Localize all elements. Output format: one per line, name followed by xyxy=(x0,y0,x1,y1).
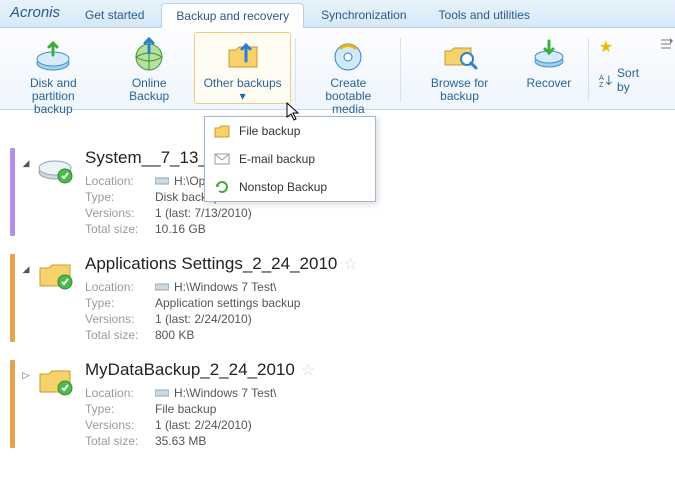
hdd-icon xyxy=(155,282,169,292)
other-backups-label: Other backups ▾ xyxy=(203,77,283,103)
location-key: Location: xyxy=(85,174,155,188)
versions-value: 1 (last: 2/24/2010) xyxy=(155,418,665,432)
tab-backup-recovery[interactable]: Backup and recovery xyxy=(161,3,304,28)
versions-key: Versions: xyxy=(85,418,155,432)
create-bootable-button[interactable]: Create bootable media xyxy=(300,32,396,117)
brand-label: Acronis xyxy=(4,0,70,27)
disk-partition-backup-button[interactable]: Disk and partition backup xyxy=(2,32,105,117)
ribbon-separator xyxy=(400,38,401,102)
backup-title: Applications Settings_2_24_2010 xyxy=(85,254,337,274)
online-backup-label: Online Backup xyxy=(114,77,185,103)
folder-arrow-icon xyxy=(223,35,263,75)
tab-tools[interactable]: Tools and utilities xyxy=(424,2,545,27)
hdd-icon xyxy=(155,388,169,398)
tab-get-started[interactable]: Get started xyxy=(70,2,159,27)
nonstop-icon xyxy=(213,178,231,196)
total-value: 10.16 GB xyxy=(155,222,665,236)
type-key: Type: xyxy=(85,296,155,310)
ribbon-separator xyxy=(295,38,296,102)
versions-value: 1 (last: 7/13/2010) xyxy=(155,206,665,220)
versions-value: 1 (last: 2/24/2010) xyxy=(155,312,665,326)
location-key: Location: xyxy=(85,386,155,400)
type-value: Application settings backup xyxy=(155,296,665,310)
collapse-icon[interactable] xyxy=(659,38,673,50)
category-stripe xyxy=(10,254,15,342)
location-key: Location: xyxy=(85,280,155,294)
browse-backup-button[interactable]: Browse for backup xyxy=(405,32,514,104)
other-backups-dropdown: File backup E-mail backup Nonstop Backup xyxy=(204,116,376,202)
type-value: File backup xyxy=(155,402,665,416)
browse-label: Browse for backup xyxy=(414,77,505,103)
expand-toggle[interactable]: ▷ xyxy=(21,360,31,448)
online-backup-button[interactable]: Online Backup xyxy=(105,32,194,104)
sort-by-button[interactable]: AZ Sort by xyxy=(595,64,655,96)
bootable-media-icon xyxy=(328,35,368,75)
folder-backup-entry-icon xyxy=(35,360,75,400)
type-key: Type: xyxy=(85,190,155,204)
favorites-button[interactable]: ★ xyxy=(595,38,655,58)
backup-entry: ◢ Applications Settings_2_24_2010 ☆ Locat… xyxy=(0,246,675,352)
disk-backup-entry-icon xyxy=(35,148,75,188)
tab-strip: Acronis Get started Backup and recovery … xyxy=(0,0,675,28)
disk-partition-label: Disk and partition backup xyxy=(11,77,96,116)
location-value: H:\Windows 7 Test\ xyxy=(174,386,276,400)
backup-title: System__7_13_2 xyxy=(85,148,217,168)
recover-icon xyxy=(529,35,569,75)
folder-icon xyxy=(213,122,231,140)
type-key: Type: xyxy=(85,402,155,416)
sort-label: Sort by xyxy=(617,66,651,94)
ribbon: Disk and partition backup Online Backup … xyxy=(0,28,675,110)
total-value: 35.63 MB xyxy=(155,434,665,448)
globe-arrow-icon xyxy=(129,35,169,75)
bootable-label: Create bootable media xyxy=(309,77,387,116)
dropdown-email-label: E-mail backup xyxy=(239,152,315,166)
sort-icon: AZ xyxy=(599,72,613,88)
total-key: Total size: xyxy=(85,434,155,448)
star-icon: ★ xyxy=(599,40,615,56)
dropdown-nonstop-backup[interactable]: Nonstop Backup xyxy=(205,173,375,201)
favorite-star[interactable]: ☆ xyxy=(301,360,315,380)
dropdown-file-backup[interactable]: File backup xyxy=(205,117,375,145)
total-key: Total size: xyxy=(85,222,155,236)
recover-button[interactable]: Recover xyxy=(514,32,584,91)
versions-key: Versions: xyxy=(85,206,155,220)
hdd-icon xyxy=(155,176,169,186)
dropdown-nonstop-label: Nonstop Backup xyxy=(239,180,327,194)
category-stripe xyxy=(10,360,15,448)
total-value: 800 KB xyxy=(155,328,665,342)
chevron-down-icon: ▾ xyxy=(240,89,246,103)
email-icon xyxy=(213,150,231,168)
total-key: Total size: xyxy=(85,328,155,342)
backup-entry: ▷ MyDataBackup_2_24_2010 ☆ Location: H:\W… xyxy=(0,352,675,458)
folder-backup-entry-icon xyxy=(35,254,75,294)
dropdown-email-backup[interactable]: E-mail backup xyxy=(205,145,375,173)
versions-key: Versions: xyxy=(85,312,155,326)
ribbon-separator xyxy=(588,38,589,102)
expand-toggle[interactable]: ◢ xyxy=(21,148,31,236)
other-backups-button[interactable]: Other backups ▾ xyxy=(194,32,292,104)
backup-title: MyDataBackup_2_24_2010 xyxy=(85,360,295,380)
location-value: H:\Windows 7 Test\ xyxy=(174,280,276,294)
svg-text:Z: Z xyxy=(599,81,604,88)
category-stripe xyxy=(10,148,15,236)
tab-synchronization[interactable]: Synchronization xyxy=(306,2,421,27)
browse-icon xyxy=(440,35,480,75)
favorite-star[interactable]: ☆ xyxy=(343,254,357,274)
disk-backup-icon xyxy=(33,35,73,75)
recover-label: Recover xyxy=(527,77,572,90)
dropdown-file-label: File backup xyxy=(239,124,300,138)
expand-toggle[interactable]: ◢ xyxy=(21,254,31,342)
